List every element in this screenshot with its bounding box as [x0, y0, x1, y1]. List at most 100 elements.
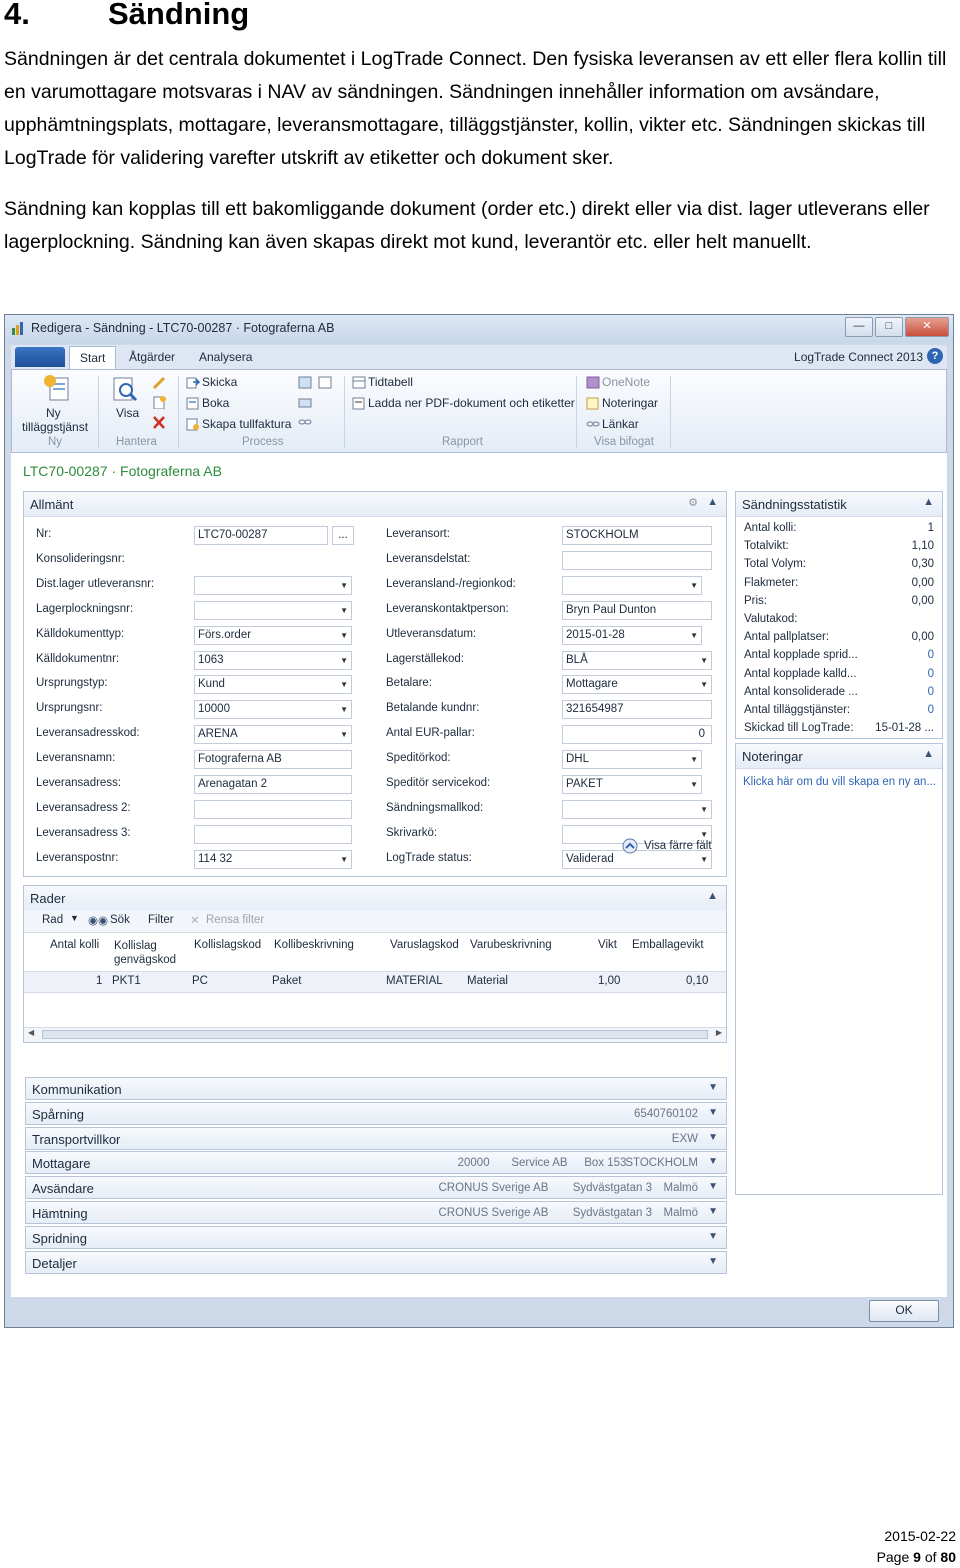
tab-atgarder[interactable]: Åtgärder — [129, 350, 175, 364]
scroll-right-icon[interactable]: ▶ — [716, 1028, 722, 1037]
dropdown-arrow-icon[interactable]: ▼ — [340, 701, 348, 718]
notes-collapse-icon[interactable]: ▲ — [923, 748, 934, 760]
line-menu-button[interactable]: Rad — [42, 914, 63, 926]
expand-chevron-icon[interactable]: ▼ — [708, 1132, 718, 1143]
field-input[interactable]: Förs.order ▼ — [194, 625, 352, 645]
send-button[interactable]: Skicka — [202, 375, 237, 389]
field-input[interactable] — [562, 550, 712, 570]
col-antal-kolli[interactable]: Antal kolli — [50, 939, 99, 951]
dropdown-arrow-icon[interactable]: ▼ — [700, 851, 708, 868]
field-input[interactable]: Fotograferna AB — [194, 750, 352, 770]
collapse-icon[interactable]: ▲ — [707, 496, 718, 508]
fasttab-avsändare[interactable]: Avsändare Malmö Sydvästgatan 3 CRONUS Sveri… — [25, 1176, 727, 1199]
field-input[interactable]: PAKET ▼ — [562, 775, 702, 794]
table-row[interactable]: 1 PKT1 PC Paket MATERIAL Material 1,00 0… — [24, 972, 726, 993]
horizontal-scrollbar[interactable]: ◀ ▶ — [24, 1027, 726, 1042]
field-input[interactable] — [194, 824, 352, 844]
download-pdf-button[interactable]: Ladda ner PDF-dokument och etiketter — [368, 396, 575, 410]
stat-value[interactable]: 0 — [928, 704, 934, 716]
stat-value[interactable]: 0 — [928, 668, 934, 680]
expand-chevron-icon[interactable]: ▼ — [708, 1156, 718, 1167]
general-panel-header[interactable]: Allmänt ⚙ ▲ — [24, 492, 726, 517]
expand-chevron-icon[interactable]: ▼ — [708, 1082, 718, 1093]
field-input[interactable]: STOCKHOLM — [562, 526, 712, 545]
notes-button[interactable]: Noteringar — [602, 396, 658, 410]
stat-value[interactable]: 0 — [928, 649, 934, 661]
col-emballagevikt[interactable]: Emballagevikt — [632, 939, 704, 951]
tab-start[interactable]: Start — [69, 346, 117, 369]
fewer-fields-link[interactable]: Visa färre fält — [644, 840, 712, 852]
lines-panel-header[interactable]: Rader ▲ — [24, 886, 726, 911]
dropdown-arrow-icon[interactable]: ▼ — [340, 602, 348, 619]
dropdown-arrow-icon[interactable]: ▼ — [340, 851, 348, 868]
search-button[interactable]: Sök — [110, 914, 130, 926]
field-input[interactable]: ▼ — [194, 575, 352, 595]
stats-panel-header[interactable]: Sändningsstatistik ▲ — [736, 492, 942, 517]
delete-icon[interactable] — [152, 416, 166, 429]
field-input[interactable]: Kund ▼ — [194, 675, 352, 695]
scroll-left-icon[interactable]: ◀ — [28, 1028, 34, 1037]
filter-button[interactable]: Filter — [148, 914, 174, 926]
field-input[interactable]: 114 32 ▼ — [194, 849, 352, 869]
dropdown-arrow-icon[interactable]: ▼ — [690, 776, 698, 793]
field-input[interactable] — [194, 799, 352, 819]
ok-button[interactable]: OK — [869, 1300, 939, 1322]
dropdown-arrow-icon[interactable]: ▼ — [690, 577, 698, 594]
fasttab-kommunikation[interactable]: Kommunikation ▼ — [25, 1077, 727, 1100]
lines-collapse-icon[interactable]: ▲ — [707, 890, 718, 902]
link-chain-icon[interactable] — [298, 416, 312, 429]
col-kollislag-genvagskod[interactable]: Kollislag genvägskod — [114, 939, 176, 967]
field-input[interactable]: ARENA ▼ — [194, 725, 352, 745]
field-input[interactable]: 10000 ▼ — [194, 700, 352, 720]
field-input[interactable]: Bryn Paul Dunton — [562, 600, 712, 620]
line-menu-chevron-icon[interactable]: ▼ — [70, 913, 79, 923]
dropdown-arrow-icon[interactable]: ▼ — [700, 801, 708, 818]
clear-filter-button[interactable]: Rensa filter — [206, 914, 264, 926]
dropdown-arrow-icon[interactable]: ▼ — [340, 577, 348, 594]
expand-chevron-icon[interactable]: ▼ — [708, 1231, 718, 1242]
close-button[interactable]: ✕ — [905, 317, 949, 337]
field-input[interactable]: 0 — [562, 725, 712, 745]
edit-icon[interactable] — [152, 376, 166, 389]
fewer-fields-icon[interactable] — [622, 838, 638, 854]
help-icon[interactable]: ? — [927, 348, 943, 364]
process-icon-1[interactable] — [298, 376, 312, 389]
col-varuslagskod[interactable]: Varuslagskod — [390, 939, 459, 951]
expand-chevron-icon[interactable]: ▼ — [708, 1256, 718, 1267]
field-input[interactable]: LTC70-00287 — [194, 526, 328, 545]
expand-chevron-icon[interactable]: ▼ — [708, 1107, 718, 1118]
fasttab-spridning[interactable]: Spridning ▼ — [25, 1226, 727, 1249]
col-kollibeskrivning[interactable]: Kollibeskrivning — [274, 939, 354, 951]
dropdown-arrow-icon[interactable]: ▼ — [340, 652, 348, 669]
maximize-button[interactable]: □ — [875, 317, 903, 337]
fasttab-detaljer[interactable]: Detaljer ▼ — [25, 1251, 727, 1274]
expand-chevron-icon[interactable]: ▼ — [708, 1206, 718, 1217]
col-vikt[interactable]: Vikt — [598, 939, 617, 951]
dropdown-arrow-icon[interactable]: ▼ — [340, 726, 348, 743]
notes-panel-header[interactable]: Noteringar ▲ — [736, 744, 942, 769]
field-input[interactable]: Arenagatan 2 — [194, 775, 352, 794]
col-varubeskrivning[interactable]: Varubeskrivning — [470, 939, 552, 951]
new-doc-icon[interactable] — [152, 396, 166, 409]
fasttab-mottagare[interactable]: Mottagare STOCKHOLM Box 153 Service AB 20000… — [25, 1151, 727, 1174]
process-icon-3[interactable] — [298, 396, 312, 409]
dropdown-arrow-icon[interactable]: ▼ — [690, 751, 698, 768]
process-icon-2[interactable] — [318, 376, 332, 389]
lookup-button[interactable]: ... — [332, 526, 354, 545]
create-note-link[interactable]: Klicka här om du vill skapa en ny an... — [743, 776, 936, 788]
dropdown-arrow-icon[interactable]: ▼ — [690, 627, 698, 644]
scroll-thumb[interactable] — [42, 1030, 708, 1039]
field-input[interactable]: ▼ — [562, 575, 702, 595]
field-input[interactable]: ▼ — [562, 799, 712, 819]
field-input[interactable]: ▼ — [194, 600, 352, 620]
onenote-button[interactable]: OneNote — [602, 375, 650, 389]
timetable-button[interactable]: Tidtabell — [368, 375, 413, 389]
links-button[interactable]: Länkar — [602, 417, 639, 431]
field-input[interactable]: 1063 ▼ — [194, 650, 352, 670]
col-kollislagskod[interactable]: Kollislagskod — [194, 939, 261, 951]
field-input[interactable]: 321654987 — [562, 700, 712, 720]
field-input[interactable]: DHL ▼ — [562, 750, 702, 770]
stat-value[interactable]: 0 — [928, 686, 934, 698]
field-input[interactable]: BLÅ ▼ — [562, 650, 712, 670]
dropdown-arrow-icon[interactable]: ▼ — [340, 676, 348, 693]
